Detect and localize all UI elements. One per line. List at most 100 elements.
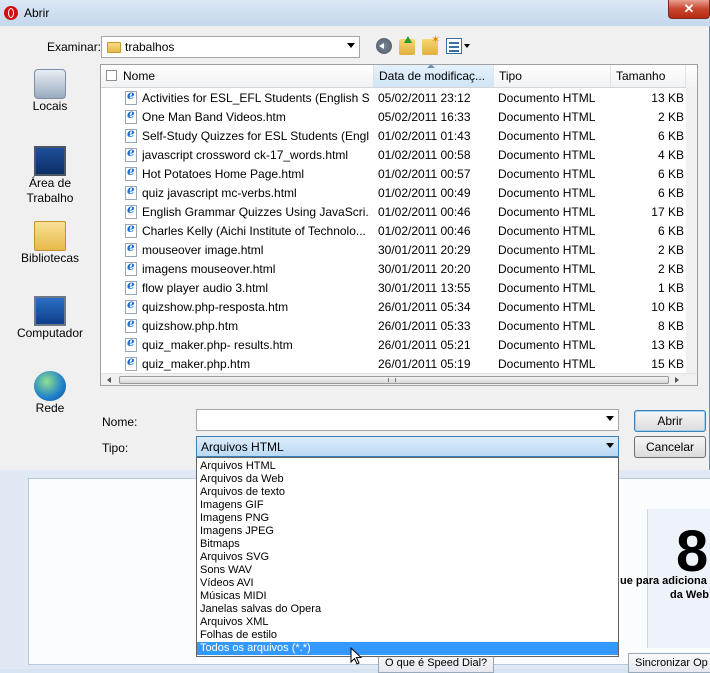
- select-all-checkbox[interactable]: [106, 70, 117, 81]
- file-name-combo[interactable]: [196, 409, 619, 431]
- sync-button[interactable]: Sincronizar Op: [628, 653, 710, 673]
- recent-places-icon: [34, 69, 66, 99]
- scroll-thumb[interactable]: [119, 376, 669, 384]
- file-type: Documento HTML: [498, 186, 596, 200]
- place-libraries[interactable]: Bibliotecas: [0, 221, 100, 266]
- open-button[interactable]: Abrir: [634, 410, 706, 432]
- table-row[interactable]: imagens mouseover.html 30/01/2011 20:20 Do…: [101, 259, 697, 279]
- file-size: 6 KB: [657, 186, 684, 200]
- file-type-option[interactable]: Vídeos AVI: [197, 577, 618, 590]
- place-computer[interactable]: Computador: [0, 296, 100, 341]
- column-header-type[interactable]: Tipo: [494, 65, 611, 87]
- table-row[interactable]: English Grammar Quizzes Using JavaScri..…: [101, 202, 697, 222]
- file-size: 8 KB: [657, 319, 684, 333]
- look-in-combo[interactable]: trabalhos: [101, 36, 360, 58]
- desktop-icon: [34, 146, 66, 176]
- place-locais[interactable]: Locais: [0, 69, 100, 114]
- html-file-icon: [125, 354, 137, 371]
- file-name: Hot Potatoes Home Page.html: [142, 167, 305, 181]
- column-header-name[interactable]: Nome: [101, 65, 374, 87]
- table-row[interactable]: quiz_maker.php.htm 26/01/2011 05:19 Docume…: [101, 354, 697, 374]
- file-type-option[interactable]: Sons WAV: [197, 564, 618, 577]
- table-row[interactable]: mouseover image.html 30/01/2011 20:29 Docu…: [101, 240, 697, 260]
- file-type-option[interactable]: Arquivos SVG: [197, 551, 618, 564]
- table-row[interactable]: flow player audio 3.html 30/01/2011 13:55…: [101, 278, 697, 298]
- file-date: 05/02/2011 16:33: [378, 110, 471, 124]
- file-type-option[interactable]: Imagens JPEG: [197, 525, 618, 538]
- file-type-option[interactable]: Arquivos de texto: [197, 486, 618, 499]
- new-folder-icon[interactable]: [422, 33, 440, 55]
- close-button[interactable]: ✕: [668, 0, 710, 19]
- file-type: Documento HTML: [498, 167, 596, 181]
- sort-indicator-icon: [427, 65, 435, 68]
- file-type: Documento HTML: [498, 319, 596, 333]
- place-label: Locais: [32, 99, 68, 113]
- file-type-dropdown[interactable]: Arquivos HTML Arquivos da Web Arquivos de …: [196, 457, 619, 657]
- cancel-button[interactable]: Cancelar: [634, 436, 706, 458]
- back-icon[interactable]: [376, 38, 392, 54]
- speed-dial-text-line2: da Web: [670, 589, 709, 601]
- file-name: One Man Band Videos.htm: [142, 110, 286, 124]
- scroll-right-icon[interactable]: [675, 377, 679, 383]
- file-list[interactable]: Nome Data de modificaç... Tipo Tamanho A…: [100, 64, 698, 386]
- file-name: Activities for ESL_EFL Students (English…: [142, 91, 370, 105]
- file-type-combo[interactable]: Arquivos HTML: [196, 436, 619, 457]
- table-row[interactable]: Self-Study Quizzes for ESL Students (Eng…: [101, 126, 697, 146]
- file-type: Documento HTML: [498, 357, 596, 371]
- table-row[interactable]: quizshow.php.htm 26/01/2011 05:33 Document…: [101, 316, 697, 336]
- opera-icon: [4, 6, 18, 20]
- chevron-down-icon[interactable]: [606, 416, 614, 421]
- file-size: 6 KB: [657, 167, 684, 181]
- file-type-option[interactable]: Arquivos XML: [197, 616, 618, 629]
- file-date: 26/01/2011 05:33: [378, 319, 471, 333]
- html-file-icon: [125, 183, 137, 200]
- file-type-option[interactable]: Janelas salvas do Opera: [197, 603, 618, 616]
- file-type-option[interactable]: Arquivos da Web: [197, 473, 618, 486]
- file-size: 10 KB: [651, 300, 684, 314]
- place-desktop[interactable]: Área de Trabalho: [0, 146, 100, 206]
- file-type-option[interactable]: Imagens PNG: [197, 512, 618, 525]
- table-row[interactable]: Activities for ESL_EFL Students (English…: [101, 88, 697, 108]
- title-bar: Abrir ✕: [0, 0, 710, 26]
- up-folder-icon[interactable]: [399, 36, 415, 55]
- column-header-date[interactable]: Data de modificaç...: [374, 65, 494, 87]
- file-size: 4 KB: [657, 148, 684, 162]
- place-label: Computador: [16, 326, 84, 340]
- file-type-option[interactable]: Bitmaps: [197, 538, 618, 551]
- views-menu-icon[interactable]: [446, 38, 462, 54]
- table-row[interactable]: javascript crossword ck-17_words.html 01/…: [101, 145, 697, 165]
- file-date: 26/01/2011 05:19: [378, 357, 471, 371]
- look-in-value: trabalhos: [125, 40, 175, 54]
- horizontal-scrollbar[interactable]: [101, 373, 697, 385]
- table-row[interactable]: Hot Potatoes Home Page.html 01/02/2011 00…: [101, 164, 697, 184]
- list-header: Nome Data de modificaç... Tipo Tamanho: [101, 65, 697, 88]
- table-row[interactable]: quiz_maker.php- results.htm 26/01/2011 05…: [101, 335, 697, 355]
- file-date: 30/01/2011 20:29: [378, 243, 471, 257]
- chevron-down-icon[interactable]: [606, 443, 614, 448]
- table-row[interactable]: quiz javascript mc-verbs.html 01/02/2011 …: [101, 183, 697, 203]
- table-row[interactable]: Charles Kelly (Aichi Institute of Techno…: [101, 221, 697, 241]
- place-label: Área de Trabalho: [26, 176, 74, 205]
- file-type-option[interactable]: Arquivos HTML: [197, 460, 618, 473]
- html-file-icon: [125, 259, 137, 276]
- vertical-scrollbar[interactable]: [686, 87, 697, 373]
- column-header-size[interactable]: Tamanho: [611, 65, 686, 87]
- open-file-dialog: Abrir ✕ Examinar: trabalhos Locais Área …: [0, 0, 710, 470]
- file-type-option[interactable]: Imagens GIF: [197, 499, 618, 512]
- views-chevron-down-icon[interactable]: [464, 44, 470, 48]
- file-name: flow player audio 3.html: [142, 281, 269, 295]
- file-size: 6 KB: [657, 224, 684, 238]
- scroll-left-icon[interactable]: [107, 377, 111, 383]
- file-date: 30/01/2011 13:55: [378, 281, 471, 295]
- chevron-down-icon[interactable]: [347, 43, 355, 48]
- file-type-option[interactable]: Todos os arquivos (*.*): [197, 642, 618, 655]
- file-type-option[interactable]: Músicas MIDI: [197, 590, 618, 603]
- table-row[interactable]: One Man Band Videos.htm 05/02/2011 16:33 D…: [101, 107, 697, 127]
- file-name: Self-Study Quizzes for ESL Students (Eng…: [142, 129, 370, 143]
- file-type-option[interactable]: Folhas de estilo: [197, 629, 618, 642]
- file-size: 15 KB: [651, 357, 684, 371]
- file-name: quiz_maker.php.htm: [142, 357, 251, 371]
- table-row[interactable]: quizshow.php-resposta.htm 26/01/2011 05:3…: [101, 297, 697, 317]
- place-network[interactable]: Rede: [0, 371, 100, 416]
- file-name-label: Nome:: [102, 415, 138, 429]
